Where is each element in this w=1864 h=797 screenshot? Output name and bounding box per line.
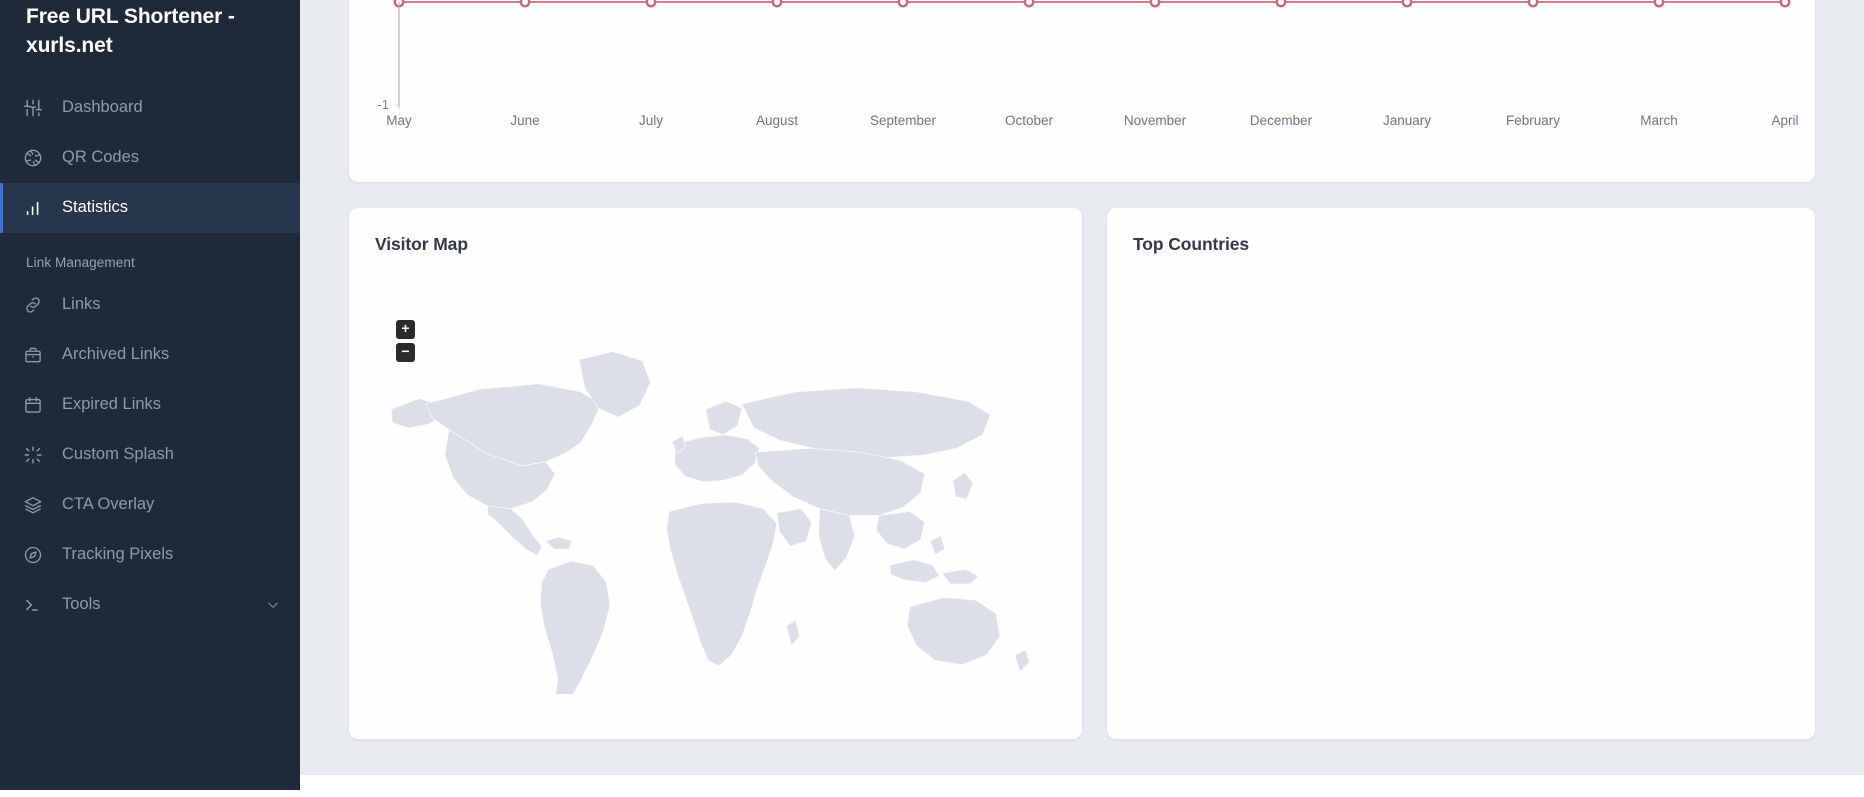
map-zoom-controls: + − — [396, 320, 415, 362]
sidebar-item-label: CTA Overlay — [62, 495, 280, 514]
world-map-svg — [379, 302, 1051, 694]
line-chart[interactable]: -1May June July August September October Novem… — [349, 0, 1815, 182]
svg-text:November: November — [1124, 113, 1187, 128]
app-root: Free URL Shortener - xurls.net Dashboard — [0, 0, 1864, 797]
sidebar-item-links[interactable]: Links — [0, 280, 300, 330]
sidebar-item-label: Tracking Pixels — [62, 545, 280, 564]
sidebar-item-label: Custom Splash — [62, 445, 280, 464]
map-zoom-out-button[interactable]: − — [396, 343, 415, 362]
sidebar-item-label: Archived Links — [62, 345, 280, 364]
terminal-icon — [22, 594, 44, 616]
main-bottom-filler — [300, 775, 1864, 797]
svg-text:March: March — [1640, 113, 1678, 128]
sidebar-link-nav: Links Archived Links — [0, 280, 300, 630]
sidebar-item-archived-links[interactable]: Archived Links — [0, 330, 300, 380]
svg-text:January: January — [1383, 113, 1431, 128]
svg-text:-1: -1 — [377, 97, 389, 112]
bar-chart-icon — [22, 197, 44, 219]
sidebar-item-custom-splash[interactable]: Custom Splash — [0, 430, 300, 480]
svg-text:June: June — [510, 113, 539, 128]
main-content: -1May June July August September October Novem… — [300, 0, 1864, 775]
svg-text:October: October — [1005, 113, 1054, 128]
sidebar-item-label: Links — [62, 295, 280, 314]
chart-svg: -1May June July August September October Novem… — [349, 0, 1815, 182]
sidebar-item-expired-links[interactable]: Expired Links — [0, 380, 300, 430]
svg-text:December: December — [1250, 113, 1313, 128]
calendar-icon — [22, 394, 44, 416]
sidebar-item-tracking-pixels[interactable]: Tracking Pixels — [0, 530, 300, 580]
sidebar-bottom-filler — [0, 790, 300, 797]
sidebar-primary-nav: Dashboard QR Codes — [0, 83, 300, 233]
link-icon — [22, 294, 44, 316]
top-countries-list — [1133, 274, 1789, 719]
archive-icon — [22, 344, 44, 366]
clicks-over-time-card: -1May June July August September October Novem… — [349, 0, 1815, 182]
svg-text:April: April — [1771, 113, 1798, 128]
top-countries-card: Top Countries — [1107, 208, 1815, 739]
svg-text:August: August — [756, 113, 798, 128]
svg-text:February: February — [1506, 113, 1560, 128]
sidebar-section-link-management: Link Management — [0, 255, 300, 270]
top-countries-title: Top Countries — [1133, 234, 1249, 255]
sidebar-item-label: Dashboard — [62, 98, 280, 117]
sliders-icon — [22, 97, 44, 119]
sidebar: Free URL Shortener - xurls.net Dashboard — [0, 0, 300, 790]
compass-icon — [22, 544, 44, 566]
svg-text:July: July — [639, 113, 663, 128]
sidebar-item-statistics[interactable]: Statistics — [0, 183, 300, 233]
layers-icon — [22, 494, 44, 516]
visitor-map-canvas[interactable]: + − — [363, 268, 1068, 723]
visitor-map-card: Visitor Map + − — [349, 208, 1082, 739]
sidebar-item-dashboard[interactable]: Dashboard — [0, 83, 300, 133]
sidebar-item-cta-overlay[interactable]: CTA Overlay — [0, 480, 300, 530]
sidebar-item-label: QR Codes — [62, 148, 280, 167]
sidebar-item-label: Tools — [62, 595, 266, 614]
sidebar-item-tools[interactable]: Tools — [0, 580, 300, 630]
sidebar-item-label: Expired Links — [62, 395, 280, 414]
brand-title: Free URL Shortener - xurls.net — [0, 0, 300, 61]
svg-text:September: September — [870, 113, 937, 128]
map-zoom-in-button[interactable]: + — [396, 320, 415, 339]
sidebar-item-label: Statistics — [62, 198, 280, 217]
aperture-icon — [22, 147, 44, 169]
loader-icon — [22, 444, 44, 466]
sidebar-item-qr-codes[interactable]: QR Codes — [0, 133, 300, 183]
chevron-down-icon[interactable] — [266, 598, 280, 612]
svg-text:May: May — [386, 113, 412, 128]
visitor-map-title: Visitor Map — [375, 234, 468, 255]
